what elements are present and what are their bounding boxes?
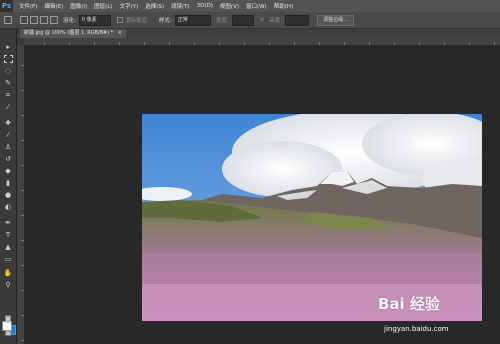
menu-bar: Ps 文件(F) 编辑(E) 图像(I) 图层(L) 文字(Y) 选择(S) 滤… bbox=[0, 0, 500, 12]
add-selection-icon[interactable] bbox=[30, 16, 38, 24]
eraser-tool-icon[interactable]: ◆ bbox=[3, 167, 13, 175]
clone-stamp-tool-icon[interactable]: ♙ bbox=[3, 143, 13, 151]
marquee-tool-icon[interactable] bbox=[4, 16, 12, 24]
landscape-photo bbox=[142, 114, 482, 321]
horizontal-ruler bbox=[24, 38, 500, 45]
vertical-ruler bbox=[17, 45, 24, 344]
menu-edit[interactable]: 编辑(E) bbox=[44, 2, 63, 10]
menu-layer[interactable]: 图层(L) bbox=[94, 2, 112, 10]
swap-icon[interactable]: ⇄ bbox=[260, 17, 265, 23]
document-tab-bar: 新疆.jpg @ 100% (图层 1, RGB/8#) * × bbox=[17, 29, 500, 38]
zoom-tool-icon[interactable]: ⚲ bbox=[3, 281, 13, 289]
blur-tool-icon[interactable]: ● bbox=[3, 191, 13, 199]
menu-file[interactable]: 文件(F) bbox=[19, 2, 37, 10]
antialias-checkbox[interactable] bbox=[116, 17, 123, 23]
eyedropper-tool-icon[interactable]: ⁄ bbox=[3, 103, 13, 111]
screen-mode-icon[interactable]: ▣ bbox=[3, 329, 13, 337]
pen-tool-icon[interactable]: ✒ bbox=[3, 219, 13, 227]
shape-tool-icon[interactable]: ▭ bbox=[3, 255, 13, 263]
lasso-tool-icon[interactable]: ◌ bbox=[3, 67, 13, 75]
path-select-tool-icon[interactable]: ▲ bbox=[3, 243, 13, 251]
quick-select-tool-icon[interactable]: ✎ bbox=[3, 79, 13, 87]
feather-input[interactable]: 0 像素 bbox=[78, 14, 111, 26]
subtract-selection-icon[interactable] bbox=[40, 16, 48, 24]
menu-window[interactable]: 窗口(W) bbox=[246, 2, 267, 10]
tools-panel: ▸ ◌ ✎ ⌗ ⁄ ✚ ⁄ ♙ ↺ ◆ ▮ ● ◐ ✒ T ▲ ▭ ✋ ⚲ ◙ … bbox=[0, 29, 17, 344]
gradient-tool-icon[interactable]: ▮ bbox=[3, 179, 13, 187]
intersect-selection-icon[interactable] bbox=[50, 16, 58, 24]
feather-label: 羽化: bbox=[63, 18, 76, 24]
menu-view[interactable]: 视图(V) bbox=[220, 2, 239, 10]
width-label: 宽度: bbox=[215, 18, 229, 24]
height-label: 高度: bbox=[269, 18, 283, 24]
quick-mask-icon[interactable]: ◙ bbox=[3, 315, 13, 323]
menu-filter[interactable]: 滤镜(T) bbox=[171, 2, 190, 10]
crop-tool-icon[interactable]: ⌗ bbox=[3, 91, 13, 99]
type-tool-icon[interactable]: T bbox=[3, 231, 13, 239]
history-brush-tool-icon[interactable]: ↺ bbox=[3, 155, 13, 163]
close-icon[interactable]: × bbox=[118, 30, 122, 36]
style-label: 样式: bbox=[158, 18, 172, 24]
menu-3d[interactable]: 3D(D) bbox=[197, 3, 213, 9]
options-bar: 羽化: 0 像素 消除锯齿 样式: 正常 宽度: ⇄ 高度: 调整边缘... bbox=[0, 12, 500, 29]
baidu-watermark: Bai 经验 bbox=[378, 295, 440, 313]
watermark-url: jingyan.baidu.com bbox=[384, 325, 449, 333]
document-tab[interactable]: 新疆.jpg @ 100% (图层 1, RGB/8#) * × bbox=[20, 29, 126, 38]
new-selection-icon[interactable] bbox=[20, 16, 28, 24]
style-select[interactable]: 正常 bbox=[174, 14, 211, 26]
menu-select[interactable]: 选择(S) bbox=[145, 2, 164, 10]
move-tool-icon[interactable]: ▸ bbox=[3, 43, 13, 51]
menu-image[interactable]: 图像(I) bbox=[70, 2, 87, 10]
hand-tool-icon[interactable]: ✋ bbox=[3, 269, 13, 277]
canvas-image[interactable] bbox=[142, 114, 482, 321]
menu-type[interactable]: 文字(Y) bbox=[120, 2, 139, 10]
dodge-tool-icon[interactable]: ◐ bbox=[3, 203, 13, 211]
width-input[interactable] bbox=[231, 14, 254, 26]
ruler-corner bbox=[17, 38, 24, 45]
rect-marquee-tool-icon[interactable] bbox=[4, 55, 13, 63]
brush-tool-icon[interactable]: ⁄ bbox=[3, 131, 13, 139]
menu-help[interactable]: 帮助(H) bbox=[274, 2, 293, 10]
refine-edge-button[interactable]: 调整边缘... bbox=[317, 14, 354, 26]
photoshop-logo: Ps bbox=[0, 0, 13, 12]
antialias-label: 消除锯齿 bbox=[124, 18, 147, 24]
document-tab-label: 新疆.jpg @ 100% (图层 1, RGB/8#) * bbox=[24, 30, 114, 36]
healing-brush-tool-icon[interactable]: ✚ bbox=[3, 119, 13, 127]
height-input[interactable] bbox=[285, 14, 310, 26]
